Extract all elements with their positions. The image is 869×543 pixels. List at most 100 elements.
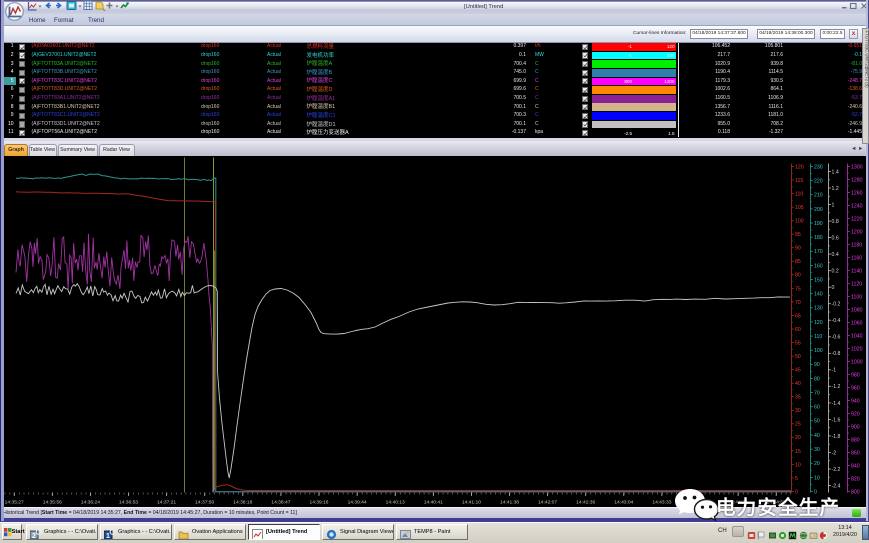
svg-text:1000: 1000 [851,359,863,365]
svg-text:14:41:10: 14:41:10 [462,499,481,505]
svg-text:-0.6: -0.6 [832,334,841,340]
svg-text:80: 80 [814,376,820,382]
svg-text:14:36:53: 14:36:53 [119,499,138,505]
svg-text:30: 30 [795,408,801,414]
svg-text:1080: 1080 [851,307,863,313]
svg-text:1180: 1180 [851,242,862,248]
svg-text:1300: 1300 [851,164,863,170]
svg-text:1020: 1020 [851,346,863,352]
svg-text:1040: 1040 [851,333,863,339]
svg-text:100: 100 [814,348,823,354]
svg-text:-1.6: -1.6 [832,417,841,423]
svg-text:0.4: 0.4 [832,252,839,258]
svg-text:1060: 1060 [851,320,863,326]
svg-text:14:38:18: 14:38:18 [233,499,252,505]
svg-text:190: 190 [814,220,823,226]
svg-text:55: 55 [795,340,801,346]
svg-text:0.8: 0.8 [832,219,839,225]
svg-text:20: 20 [795,435,801,441]
svg-text:10: 10 [814,475,820,481]
svg-text:14:36:24: 14:36:24 [81,499,100,505]
svg-text:80: 80 [795,272,801,278]
svg-text:940: 940 [851,398,860,404]
svg-text:-1.8: -1.8 [832,433,841,439]
svg-text:14:41:38: 14:41:38 [500,499,519,505]
svg-text:-0.4: -0.4 [832,318,841,324]
svg-text:0: 0 [832,285,835,291]
svg-text:1260: 1260 [851,190,863,196]
svg-text:1100: 1100 [851,294,862,300]
svg-text:14:37:21: 14:37:21 [157,499,176,505]
svg-text:0.6: 0.6 [832,235,839,241]
svg-text:1140: 1140 [851,268,862,274]
svg-text:-2.2: -2.2 [832,466,841,472]
svg-text:230: 230 [814,164,823,170]
svg-text:840: 840 [851,463,860,469]
svg-text:-2.4: -2.4 [832,483,841,489]
svg-text:820: 820 [851,476,860,482]
svg-text:14:39:16: 14:39:16 [309,499,328,505]
svg-text:95: 95 [795,232,801,238]
svg-text:14:42:07: 14:42:07 [538,499,557,505]
svg-text:220: 220 [814,178,823,184]
svg-text:115: 115 [795,177,803,183]
svg-text:130: 130 [814,305,823,311]
svg-text:75: 75 [795,286,801,292]
svg-text:800: 800 [851,489,860,495]
svg-text:1: 1 [832,202,835,208]
svg-text:900: 900 [851,424,860,430]
svg-text:50: 50 [795,354,801,360]
svg-text:35: 35 [795,394,801,400]
svg-text:2: 2 [32,533,36,540]
svg-text:160: 160 [814,263,823,269]
svg-text:60: 60 [814,404,820,410]
svg-text:1220: 1220 [851,216,863,222]
svg-text:14:43:33: 14:43:33 [652,499,671,505]
svg-text:120: 120 [814,319,823,325]
svg-text:40: 40 [814,432,820,438]
svg-text:110: 110 [814,334,822,340]
svg-text:14:42:36: 14:42:36 [576,499,595,505]
svg-text:980: 980 [851,372,860,378]
svg-text:25: 25 [795,421,801,427]
svg-text:14:35:27: 14:35:27 [5,499,24,505]
svg-text:-1.4: -1.4 [832,400,841,406]
svg-text:70: 70 [814,390,820,396]
svg-text:90: 90 [795,245,801,251]
svg-text:180: 180 [814,235,823,241]
svg-text:920: 920 [851,411,860,417]
svg-text:1280: 1280 [851,177,863,183]
svg-text:14:39:44: 14:39:44 [348,499,367,505]
svg-text:-1.2: -1.2 [832,384,841,390]
svg-text:14:37:50: 14:37:50 [195,499,214,505]
svg-text:1.2: 1.2 [832,185,839,191]
svg-text:85: 85 [795,259,801,265]
svg-text:20: 20 [814,461,820,467]
svg-text:1240: 1240 [851,203,863,209]
svg-text:1120: 1120 [851,281,862,287]
svg-text:14:43:04: 14:43:04 [614,499,633,505]
svg-text:1200: 1200 [851,229,863,235]
svg-text:5: 5 [795,475,798,481]
svg-text:960: 960 [851,385,860,391]
svg-text:100: 100 [795,218,804,224]
svg-text:140: 140 [814,291,823,297]
svg-text:45: 45 [795,367,801,373]
svg-text:30: 30 [814,447,820,453]
svg-text:50: 50 [814,418,820,424]
svg-text:-0.2: -0.2 [832,301,841,307]
svg-text:105: 105 [795,205,804,211]
svg-text:1160: 1160 [851,255,862,261]
svg-text:0.2: 0.2 [832,268,839,274]
svg-text:1: 1 [106,533,110,540]
svg-text:65: 65 [795,313,801,319]
svg-text:14:38:47: 14:38:47 [271,499,290,505]
svg-text:110: 110 [795,191,803,197]
svg-text:880: 880 [851,437,860,443]
svg-text:150: 150 [814,277,823,283]
svg-text:70: 70 [795,299,801,305]
svg-text:-2: -2 [832,450,837,456]
svg-text:90: 90 [814,362,820,368]
svg-text:60: 60 [795,326,801,332]
svg-text:200: 200 [814,206,823,212]
